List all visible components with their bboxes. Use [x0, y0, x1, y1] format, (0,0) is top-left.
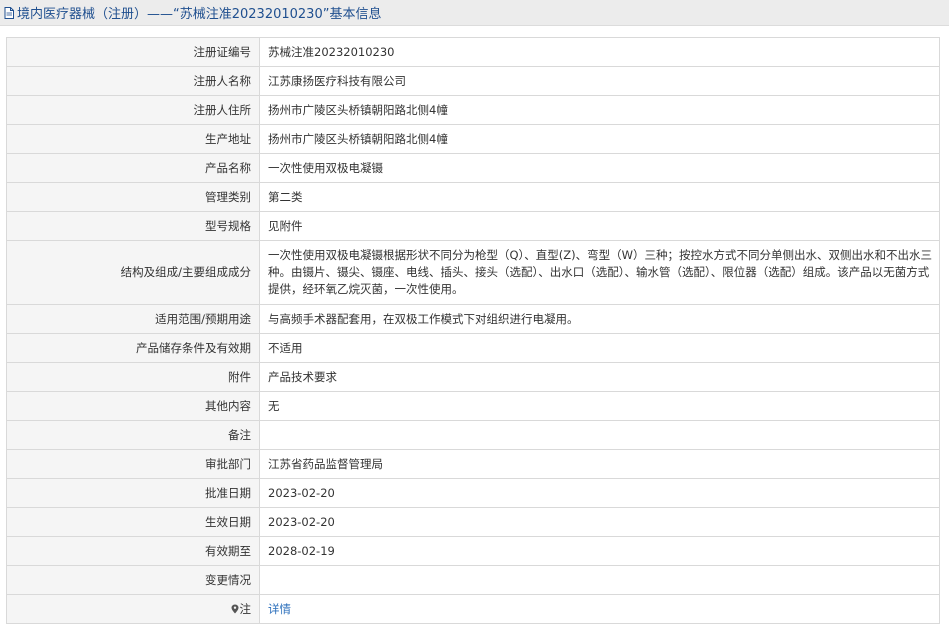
- field-label: 管理类别: [6, 182, 260, 212]
- field-label: 有效期至: [6, 536, 260, 566]
- table-row: 结构及组成/主要组成成分 一次性使用双极电凝镊根据形状不同分为枪型（Q）、直型(…: [6, 240, 940, 305]
- field-value: 苏械注准20232010230: [259, 37, 940, 67]
- field-label: 审批部门: [6, 449, 260, 479]
- page-header: 境内医疗器械（注册）——“苏械注准20232010230”基本信息: [0, 0, 949, 26]
- note-value: 详情: [259, 594, 940, 624]
- field-label: 变更情况: [6, 565, 260, 595]
- field-label: 附件: [6, 362, 260, 392]
- field-value: 扬州市广陵区头桥镇朝阳路北侧4幢: [259, 95, 940, 125]
- field-label: 注册证编号: [6, 37, 260, 67]
- field-label: 其他内容: [6, 391, 260, 421]
- table-row: 审批部门 江苏省药品监督管理局: [6, 449, 940, 479]
- field-value: 一次性使用双极电凝镊根据形状不同分为枪型（Q）、直型(Z)、弯型（W）三种；按控…: [259, 240, 940, 305]
- table-row: 产品储存条件及有效期 不适用: [6, 333, 940, 363]
- field-label: 批准日期: [6, 478, 260, 508]
- field-value: 见附件: [259, 211, 940, 241]
- note-row: 注 详情: [6, 594, 940, 624]
- table-row: 其他内容 无: [6, 391, 940, 421]
- table-row: 注册人名称 江苏康扬医疗科技有限公司: [6, 66, 940, 96]
- field-value: 2028-02-19: [259, 536, 940, 566]
- table-row: 附件 产品技术要求: [6, 362, 940, 392]
- device-info-table: 注册证编号 苏械注准20232010230 注册人名称 江苏康扬医疗科技有限公司…: [6, 37, 940, 624]
- table-row: 型号规格 见附件: [6, 211, 940, 241]
- field-label: 注册人住所: [6, 95, 260, 125]
- field-value: [259, 420, 940, 450]
- table-row: 批准日期 2023-02-20: [6, 478, 940, 508]
- field-value: 江苏省药品监督管理局: [259, 449, 940, 479]
- table-row: 产品名称 一次性使用双极电凝镊: [6, 153, 940, 183]
- field-label: 产品储存条件及有效期: [6, 333, 260, 363]
- field-value: [259, 565, 940, 595]
- field-label: 型号规格: [6, 211, 260, 241]
- table-row: 生产地址 扬州市广陵区头桥镇朝阳路北侧4幢: [6, 124, 940, 154]
- field-value: 2023-02-20: [259, 507, 940, 537]
- table-row: 变更情况: [6, 565, 940, 595]
- field-label: 结构及组成/主要组成成分: [6, 240, 260, 305]
- field-value: 无: [259, 391, 940, 421]
- field-value: 不适用: [259, 333, 940, 363]
- table-row: 注册人住所 扬州市广陵区头桥镇朝阳路北侧4幢: [6, 95, 940, 125]
- map-pin-icon: [231, 604, 238, 613]
- field-value: 与高频手术器配套用，在双极工作模式下对组织进行电凝用。: [259, 304, 940, 334]
- note-label-cell: 注: [6, 594, 260, 624]
- table-row: 适用范围/预期用途 与高频手术器配套用，在双极工作模式下对组织进行电凝用。: [6, 304, 940, 334]
- field-value: 扬州市广陵区头桥镇朝阳路北侧4幢: [259, 124, 940, 154]
- field-label: 适用范围/预期用途: [6, 304, 260, 334]
- document-icon: [4, 6, 14, 19]
- field-value: 第二类: [259, 182, 940, 212]
- table-row: 有效期至 2028-02-19: [6, 536, 940, 566]
- table-row: 注册证编号 苏械注准20232010230: [6, 37, 940, 67]
- table-row: 管理类别 第二类: [6, 182, 940, 212]
- field-value: 产品技术要求: [259, 362, 940, 392]
- table-row: 备注: [6, 420, 940, 450]
- page-title: 境内医疗器械（注册）——“苏械注准20232010230”基本信息: [17, 7, 382, 22]
- field-label: 备注: [6, 420, 260, 450]
- field-label: 产品名称: [6, 153, 260, 183]
- field-label: 生效日期: [6, 507, 260, 537]
- details-link[interactable]: 详情: [268, 602, 291, 616]
- field-label: 生产地址: [6, 124, 260, 154]
- table-row: 生效日期 2023-02-20: [6, 507, 940, 537]
- field-value: 江苏康扬医疗科技有限公司: [259, 66, 940, 96]
- field-value: 2023-02-20: [259, 478, 940, 508]
- note-label: 注: [239, 601, 252, 616]
- field-value: 一次性使用双极电凝镊: [259, 153, 940, 183]
- field-label: 注册人名称: [6, 66, 260, 96]
